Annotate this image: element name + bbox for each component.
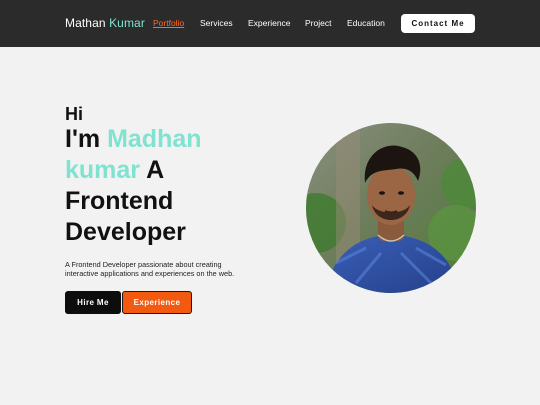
nav-link-experience[interactable]: Experience: [248, 18, 291, 28]
brand-logo[interactable]: Mathan Kumar: [65, 16, 145, 30]
nav-link-project[interactable]: Project: [305, 18, 331, 28]
hero-greeting: Hi: [65, 104, 83, 124]
experience-button[interactable]: Experience: [122, 291, 192, 314]
hire-me-button[interactable]: Hire Me: [65, 291, 121, 314]
hero-heading: I'm Madhan kumar A Frontend Developer: [65, 124, 265, 248]
brand-first-name: Mathan: [65, 16, 106, 30]
hero-intro: I'm: [65, 125, 101, 153]
profile-avatar: [306, 123, 476, 293]
brand-last-name: Kumar: [109, 16, 145, 30]
contact-me-button[interactable]: Contact Me: [401, 14, 475, 33]
nav-link-education[interactable]: Education: [347, 18, 385, 28]
nav-link-services[interactable]: Services: [200, 18, 233, 28]
profile-photo-illustration: [306, 123, 476, 293]
navbar: Mathan Kumar Portfolio Services Experien…: [0, 0, 540, 47]
nav-link-portfolio[interactable]: Portfolio: [153, 18, 184, 28]
hero-description: A Frontend Developer passionate about cr…: [65, 260, 235, 278]
